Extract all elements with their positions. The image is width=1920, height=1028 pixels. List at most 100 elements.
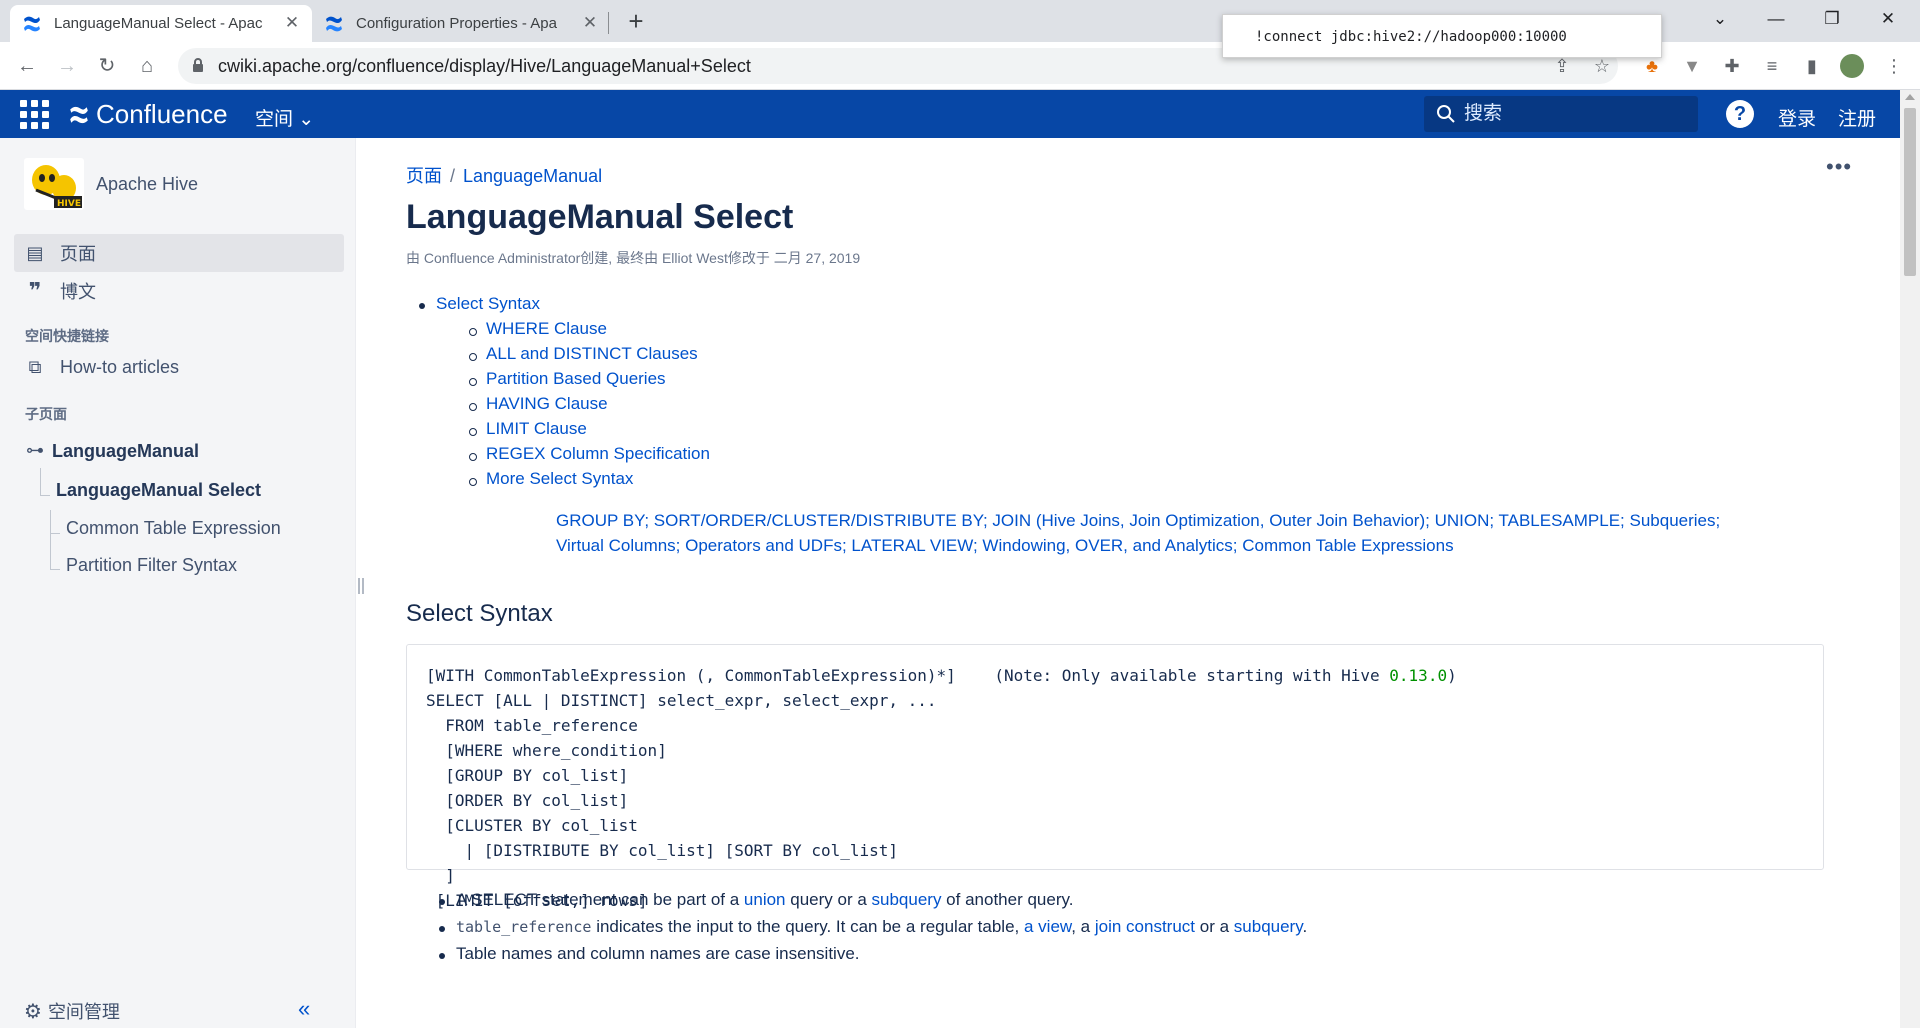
toc-item: LIMIT Clause: [469, 419, 710, 444]
logo-text: Confluence: [96, 99, 228, 129]
code-line: [CLUSTER BY col_list: [426, 816, 638, 835]
help-icon[interactable]: ?: [1726, 100, 1754, 128]
toc-item: Select Syntax: [419, 294, 710, 319]
tab-languagemanual-select[interactable]: LanguageManual Select - Apac ✕: [10, 5, 312, 42]
tree-line: [50, 510, 51, 570]
toc-link[interactable]: REGEX Column Specification: [486, 444, 710, 463]
tab-separator: [608, 12, 609, 34]
toc-link[interactable]: Partition Based Queries: [486, 369, 666, 388]
url-text[interactable]: cwiki.apache.org/confluence/display/Hive…: [218, 56, 751, 77]
restore-button[interactable]: ❐: [1804, 0, 1860, 38]
avatar[interactable]: [1838, 52, 1866, 80]
tab-close-icon[interactable]: ✕: [282, 13, 302, 33]
collapse-sidebar-icon[interactable]: «: [298, 996, 310, 1022]
space-admin-label: 空间管理: [47, 1002, 120, 1022]
union-link[interactable]: union: [744, 890, 786, 909]
toc-link[interactable]: WHERE Clause: [486, 319, 607, 338]
chevron-down-icon: ⌄: [298, 109, 315, 130]
sidebar-item-pages[interactable]: ▤ 页面: [14, 234, 344, 272]
more-syntax-links[interactable]: GROUP BY; SORT/ORDER/CLUSTER/DISTRIBUTE …: [556, 508, 1756, 558]
search-input[interactable]: [1464, 100, 1684, 128]
tree-line: [50, 533, 60, 534]
toc-link[interactable]: ALL and DISTINCT Clauses: [486, 344, 698, 363]
confluence-header: Confluence 空间 ⌄ ? 登录 注册: [0, 90, 1900, 138]
forward-arrow-icon[interactable]: →: [52, 51, 82, 81]
list-item: Table names and column names are case in…: [438, 944, 1307, 971]
reload-icon[interactable]: ↻: [92, 51, 122, 81]
quote-icon: ❞: [28, 278, 42, 303]
search-box[interactable]: [1424, 96, 1698, 132]
toc-link[interactable]: Select Syntax: [436, 294, 540, 313]
tab-search-chevron-icon[interactable]: ⌄: [1692, 0, 1748, 38]
code-line: [GROUP BY col_list]: [426, 766, 629, 785]
scroll-up-icon[interactable]: [1905, 94, 1915, 100]
toc-link[interactable]: HAVING Clause: [486, 394, 608, 413]
view-link[interactable]: a view: [1024, 917, 1071, 936]
code-line: FROM table_reference: [426, 716, 638, 735]
hive-logo[interactable]: HIVE: [24, 158, 84, 210]
section-heading: Select Syntax: [406, 600, 553, 627]
subquery-link[interactable]: subquery: [1234, 917, 1303, 936]
toc-link[interactable]: LIMIT Clause: [486, 419, 587, 438]
back-arrow-icon[interactable]: ←: [12, 51, 42, 81]
code-line: [WITH CommonTableExpression (, CommonTab…: [426, 666, 1390, 685]
new-tab-button[interactable]: +: [622, 8, 650, 36]
sidebar-resize-handle[interactable]: [358, 578, 364, 594]
code-line: SELECT [ALL | DISTINCT] select_expr, sel…: [426, 691, 937, 710]
tree-item-languagemanual[interactable]: LanguageManual: [52, 441, 199, 462]
scrollbar-thumb[interactable]: [1904, 108, 1916, 276]
sidebar-item-label: How-to articles: [60, 356, 180, 377]
app-switcher-icon[interactable]: [20, 100, 50, 130]
code-line: ): [1447, 666, 1457, 685]
code-number: 0.13.0: [1389, 666, 1448, 685]
space-admin-link[interactable]: ⚙ 空间管理: [24, 998, 120, 1024]
tree-line: [40, 495, 50, 496]
subquery-link[interactable]: subquery: [872, 890, 942, 909]
tree-item-current[interactable]: LanguageManual Select: [56, 480, 261, 501]
toc-item: REGEX Column Specification: [469, 444, 710, 469]
tab-configuration-properties[interactable]: Configuration Properties - Apa ✕: [312, 5, 610, 42]
tree-item-partition-filter-syntax[interactable]: Partition Filter Syntax: [66, 555, 237, 576]
tree-item-common-table-expression[interactable]: Common Table Expression: [66, 518, 281, 539]
tab-close-icon[interactable]: ✕: [580, 13, 600, 33]
vue-extension-icon[interactable]: ▼: [1678, 52, 1706, 80]
hive-logo-text: HIVE: [57, 199, 81, 209]
puzzle-extensions-icon[interactable]: ✚: [1718, 52, 1746, 80]
inline-code: table_reference: [456, 918, 592, 936]
confluence-logo-icon: [70, 106, 88, 123]
lock-icon[interactable]: [192, 57, 204, 73]
confluence-logo[interactable]: Confluence: [68, 99, 228, 130]
side-panel-icon[interactable]: ▮: [1798, 52, 1826, 80]
login-link[interactable]: 登录: [1778, 104, 1816, 131]
notes-list: A SELECT statement can be part of a unio…: [438, 890, 1308, 971]
sidebar-item-howto[interactable]: ⧉ How-to articles: [14, 348, 344, 386]
spaces-label: 空间: [255, 109, 294, 130]
breadcrumb-item[interactable]: LanguageManual: [463, 166, 602, 186]
sidebar-item-blog[interactable]: ❞ 博文: [14, 272, 344, 310]
close-window-button[interactable]: ✕: [1860, 0, 1916, 38]
code-block[interactable]: [WITH CommonTableExpression (, CommonTab…: [406, 644, 1824, 910]
more-actions-icon[interactable]: •••: [1826, 154, 1852, 180]
tab-title: Configuration Properties - Apa: [356, 15, 557, 32]
spaces-menu[interactable]: 空间 ⌄: [255, 104, 314, 131]
main-content: 页面 / LanguageManual ••• LanguageManual Sel…: [406, 138, 1890, 1028]
toc-link[interactable]: More Select Syntax: [486, 469, 633, 488]
code-line: [WHERE where_condition]: [426, 741, 667, 760]
browser-menu-icon[interactable]: ⋮: [1880, 52, 1908, 80]
search-icon: [1437, 105, 1455, 123]
list-text: .: [1302, 917, 1308, 936]
sidebar-item-label: 博文: [60, 282, 96, 302]
breadcrumb-item[interactable]: 页面: [406, 166, 442, 186]
copy-page-icon: ⧉: [28, 356, 42, 377]
space-name[interactable]: Apache Hive: [96, 174, 198, 195]
signup-link[interactable]: 注册: [1838, 104, 1876, 131]
list-text: of another query.: [941, 890, 1074, 909]
minimize-button[interactable]: —: [1748, 0, 1804, 38]
home-icon[interactable]: ⌂: [132, 51, 162, 81]
code-line: [ORDER BY col_list]: [426, 791, 629, 810]
reading-list-icon[interactable]: ≡: [1758, 52, 1786, 80]
join-construct-link[interactable]: join construct: [1095, 917, 1195, 936]
code-line: | [DISTRIBUTE BY col_list] [SORT BY col_…: [426, 841, 899, 860]
pages-icon: ▤: [26, 242, 44, 263]
vertical-scrollbar[interactable]: [1900, 90, 1920, 1028]
